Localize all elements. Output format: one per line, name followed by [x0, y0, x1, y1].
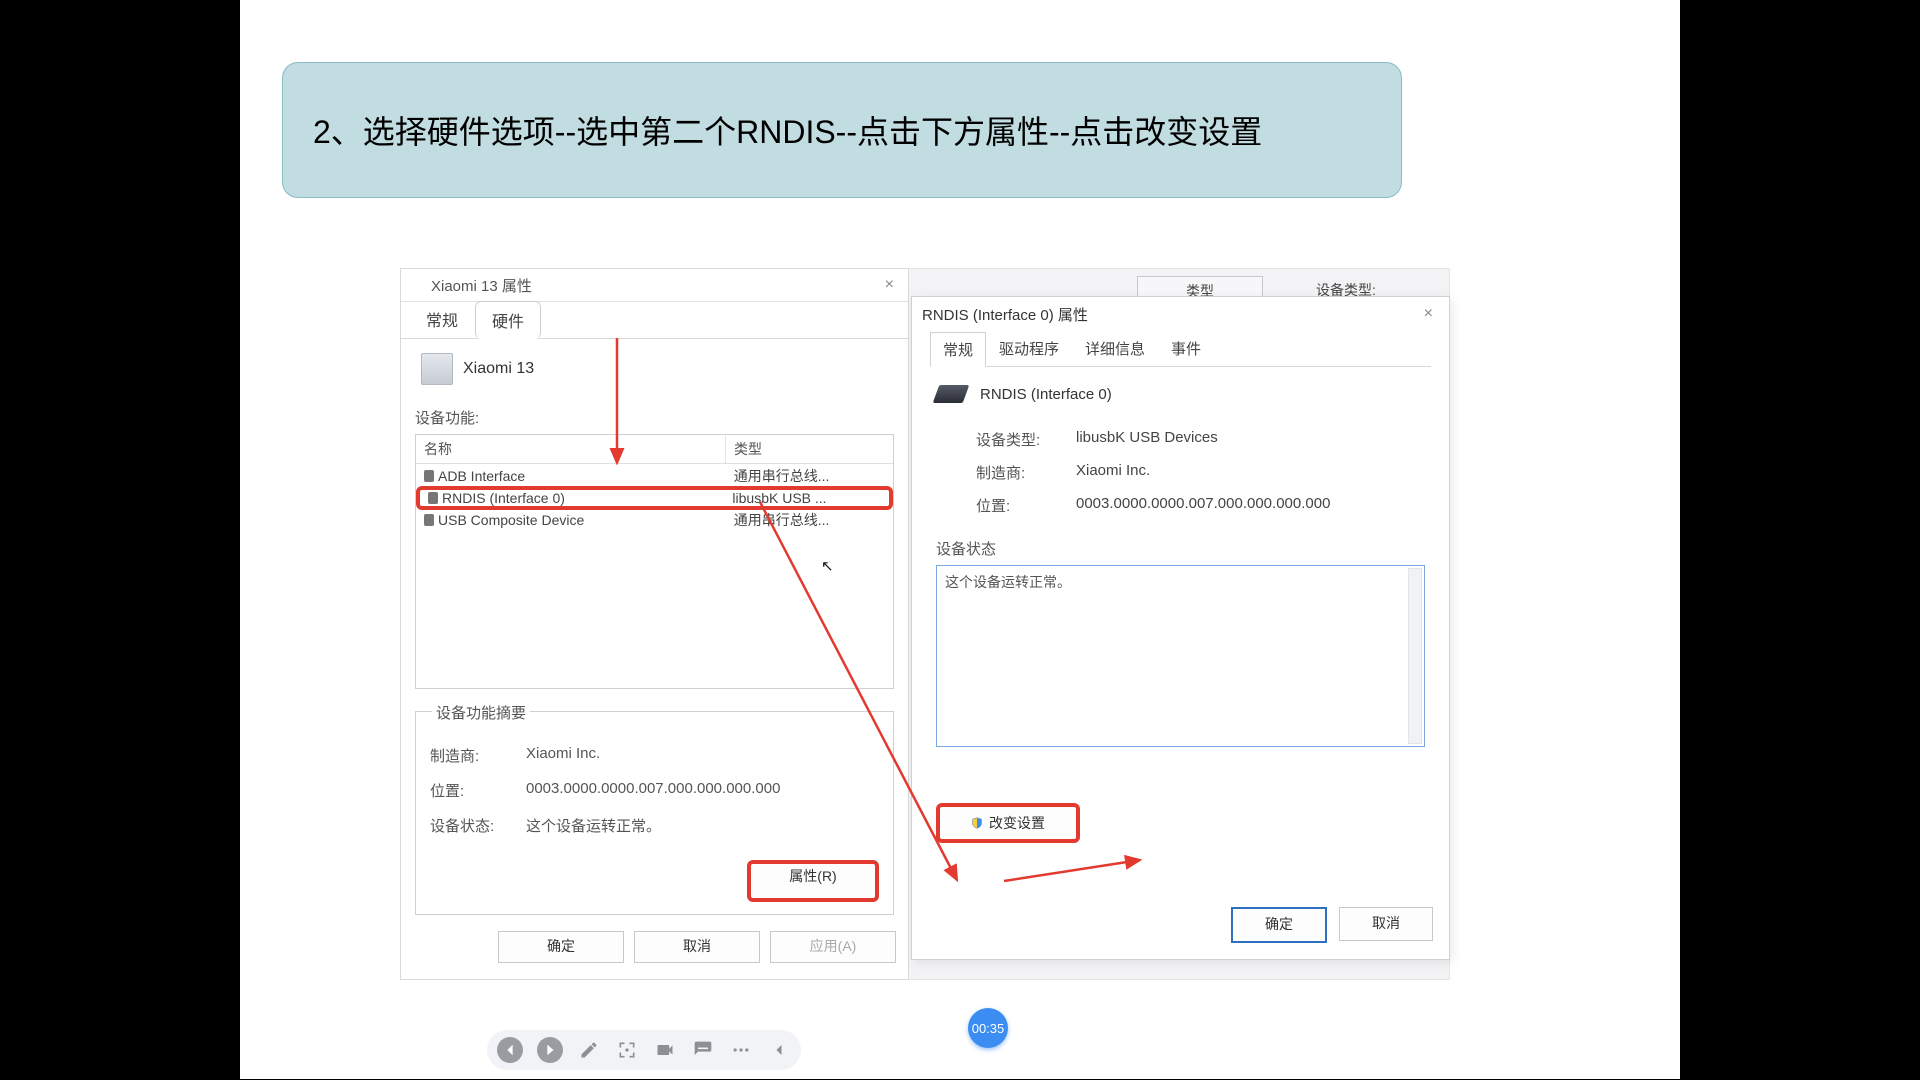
instruction-text: 2、选择硬件选项--选中第二个RNDIS--点击下方属性--点击改变设置 [313, 107, 1262, 153]
window-title: Xiaomi 13 属性 [431, 275, 532, 296]
previous-button[interactable] [497, 1037, 523, 1063]
mouse-cursor-icon: ↖ [821, 557, 835, 575]
play-button[interactable] [537, 1037, 563, 1063]
list-header: 名称 类型 [416, 435, 893, 464]
rndis-properties-window: RNDIS (Interface 0) 属性 × 常规 驱动程序 详细信息 事件… [911, 296, 1450, 960]
tab-details[interactable]: 详细信息 [1072, 331, 1158, 366]
cancel-button[interactable]: 取消 [1339, 907, 1433, 941]
device-status-label: 设备状态 [936, 538, 1425, 559]
close-icon[interactable]: × [1418, 305, 1439, 323]
titlebar: RNDIS (Interface 0) 属性 × [912, 297, 1449, 331]
scrollbar[interactable] [1408, 568, 1422, 744]
device-functions-list[interactable]: 名称 类型 ADB Interface 通用串行总线... RNDIS (Int… [415, 434, 894, 689]
shield-icon [971, 816, 983, 830]
device-icon [409, 277, 425, 293]
focus-icon[interactable] [615, 1037, 639, 1063]
tabs-row: 常规 驱动程序 详细信息 事件 [930, 331, 1431, 367]
device-name: Xiaomi 13 [463, 360, 534, 378]
cancel-button[interactable]: 取消 [634, 931, 760, 963]
close-icon[interactable]: × [879, 276, 900, 294]
presentation-slide: 2、选择硬件选项--选中第二个RNDIS--点击下方属性--点击改变设置 类型 … [240, 0, 1680, 1079]
player-toolbar [487, 1030, 801, 1070]
device-functions-label: 设备功能: [415, 407, 894, 428]
properties-button[interactable]: 属性(R) [747, 860, 879, 902]
dialog-button-row: 确定 取消 应用(A) [401, 921, 908, 969]
change-settings-button[interactable]: 改变设置 [936, 803, 1080, 843]
ok-button[interactable]: 确定 [498, 931, 624, 963]
window-title: RNDIS (Interface 0) 属性 [922, 304, 1088, 325]
usb-icon [424, 514, 434, 526]
col-type: 类型 [726, 435, 893, 463]
col-name: 名称 [416, 435, 726, 463]
device-icon [421, 353, 453, 385]
network-adapter-icon [933, 385, 970, 403]
more-icon[interactable] [729, 1037, 753, 1063]
list-item-selected-rndis[interactable]: RNDIS (Interface 0) libusbK USB ... [416, 486, 893, 510]
list-item[interactable]: USB Composite Device 通用串行总线... [416, 508, 893, 532]
tab-general[interactable]: 常规 [409, 300, 475, 338]
apply-button: 应用(A) [770, 931, 896, 963]
camera-icon[interactable] [653, 1037, 677, 1063]
tab-events[interactable]: 事件 [1158, 331, 1214, 366]
collapse-chevron-icon[interactable] [767, 1037, 791, 1063]
tabs-row: 常规 硬件 [401, 302, 908, 339]
usb-icon [428, 492, 438, 504]
list-item[interactable]: ADB Interface 通用串行总线... [416, 464, 893, 488]
video-timestamp: 00:35 [968, 1008, 1008, 1048]
titlebar: Xiaomi 13 属性 × [401, 269, 908, 302]
ok-button[interactable]: 确定 [1231, 907, 1327, 943]
usb-icon [424, 470, 434, 482]
tab-driver[interactable]: 驱动程序 [986, 331, 1072, 366]
device-properties-window: Xiaomi 13 属性 × 常规 硬件 Xiaomi 13 设备功能: 名称 … [400, 268, 909, 980]
instruction-callout: 2、选择硬件选项--选中第二个RNDIS--点击下方属性--点击改变设置 [282, 62, 1402, 198]
summary-title: 设备功能摘要 [432, 702, 530, 723]
comment-icon[interactable] [691, 1037, 715, 1063]
device-function-summary: 设备功能摘要 制造商:Xiaomi Inc. 位置:0003.0000.0000… [415, 711, 894, 915]
device-name: RNDIS (Interface 0) [980, 386, 1112, 403]
device-status-textarea[interactable]: 这个设备运转正常。 [936, 565, 1425, 747]
tab-hardware[interactable]: 硬件 [475, 301, 541, 339]
tab-general[interactable]: 常规 [930, 332, 986, 367]
edit-icon[interactable] [577, 1037, 601, 1063]
